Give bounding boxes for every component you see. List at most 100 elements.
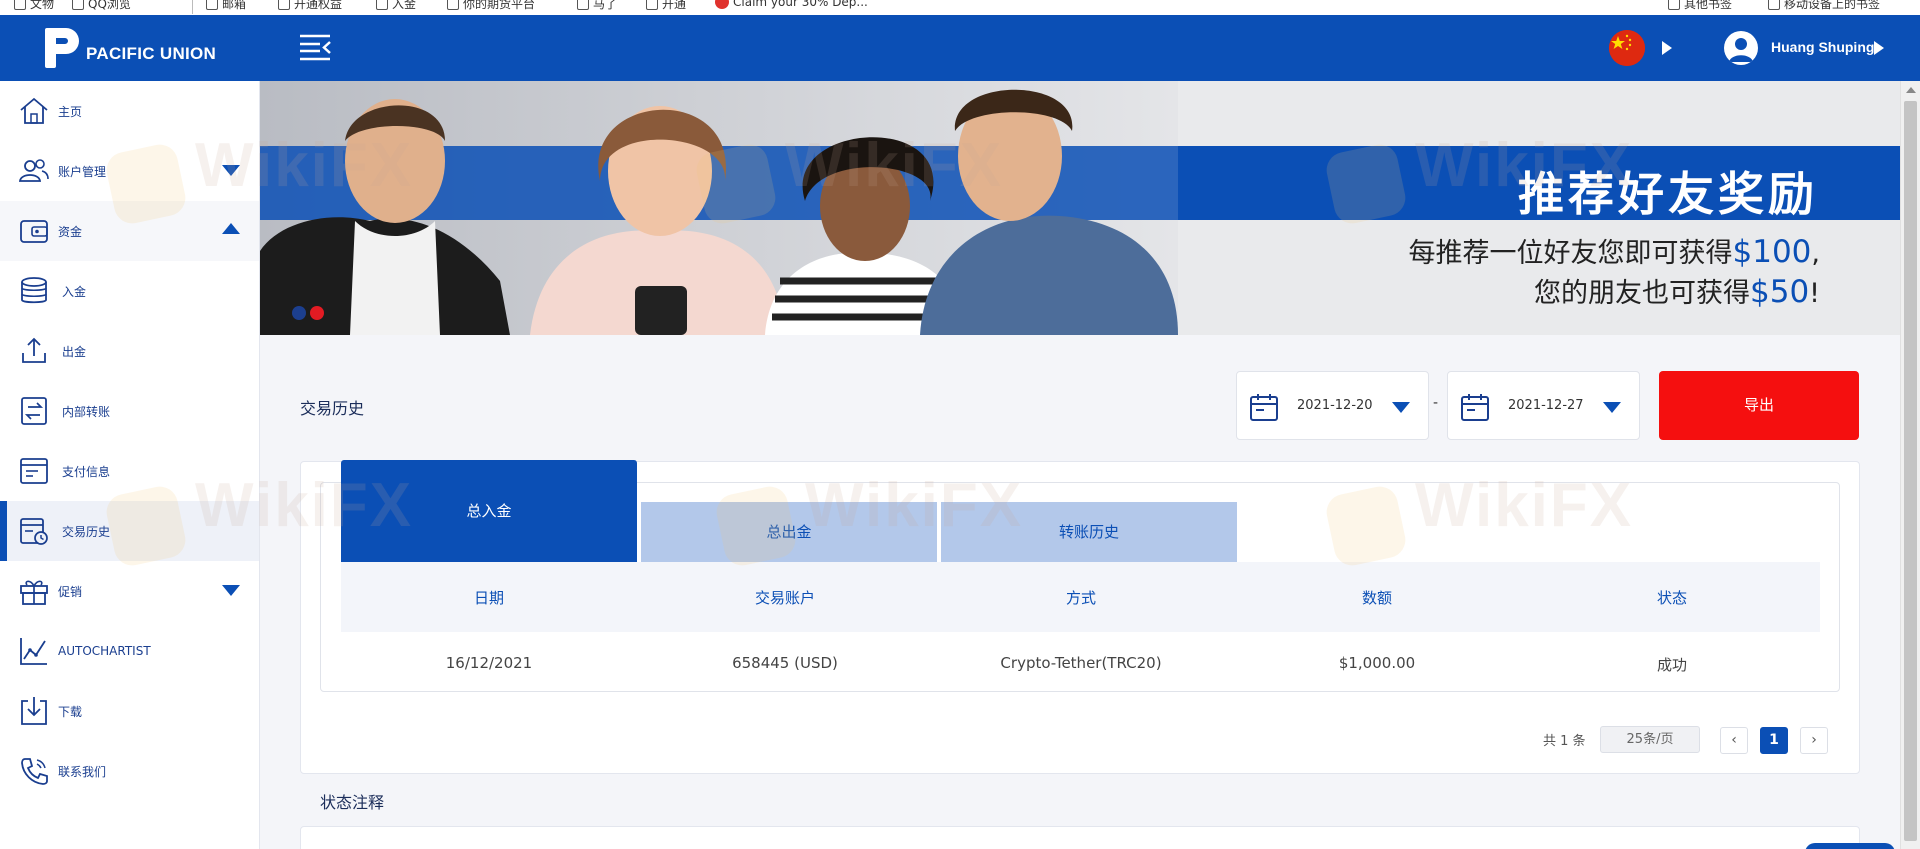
next-page-button[interactable]: › — [1800, 727, 1828, 754]
pagination-total: 共 1 条 — [1543, 734, 1586, 749]
bookmark[interactable]: 开通 — [646, 0, 686, 12]
sidebar-item-deposit[interactable]: 入金 — [0, 261, 259, 321]
sidebar-item-home[interactable]: 主页 — [0, 81, 259, 141]
folder-icon — [278, 0, 290, 10]
carousel-dot-active[interactable] — [310, 306, 324, 320]
sidebar-item-label: 支付信息 — [62, 464, 111, 479]
sidebar-item-trade-history[interactable]: 交易历史 — [0, 501, 259, 561]
banner-line-2: 您的朋友也可获得$50! — [1534, 274, 1820, 310]
sidebar-item-download[interactable]: 下载 — [0, 681, 259, 741]
status-notes-card — [300, 826, 1860, 849]
sidebar-item-label: AUTOCHARTIST — [58, 644, 151, 658]
folder-icon — [206, 0, 218, 10]
bookmark[interactable]: 其他书签 — [1668, 0, 1732, 12]
folder-icon — [646, 0, 658, 10]
tab-transfer-history[interactable]: 转账历史 — [941, 502, 1237, 562]
cell-amount: $1,000.00 — [1338, 654, 1416, 672]
column-header-amount: 数额 — [1361, 589, 1392, 607]
prev-page-button[interactable]: ‹ — [1720, 727, 1748, 754]
wallet-icon — [20, 220, 48, 243]
date-to-value: 2021-12-27 — [1508, 398, 1584, 413]
deposit-icon — [21, 277, 47, 304]
avatar[interactable] — [1724, 31, 1758, 65]
transfer-icon — [21, 397, 47, 425]
scroll-thumb[interactable] — [1904, 101, 1917, 841]
sidebar-item-label: 出金 — [62, 344, 87, 359]
folder-icon — [14, 0, 26, 10]
carousel-dot[interactable] — [292, 306, 306, 320]
column-header-status: 状态 — [1656, 589, 1687, 607]
sidebar-item-internal-transfer[interactable]: 内部转账 — [0, 381, 259, 441]
bookmark[interactable]: Claim your 30% Dep... — [715, 0, 868, 9]
date-from-picker[interactable]: 2021-12-20 — [1236, 371, 1429, 440]
date-from-value: 2021-12-20 — [1297, 398, 1373, 413]
sidebar-item-account-management[interactable]: 账户管理 — [0, 141, 259, 201]
chevron-down-icon[interactable] — [222, 585, 240, 596]
chevron-down-icon[interactable] — [222, 165, 240, 176]
sidebar: 主页 账户管理 资金 入金 出金 内部转账 支付信息 交易历史 促销 AUTOC… — [0, 81, 260, 849]
sidebar-item-label: 下载 — [58, 704, 83, 719]
bookmark[interactable]: 文物 — [14, 0, 54, 12]
cell-date: 16/12/2021 — [445, 654, 533, 672]
gift-icon — [20, 580, 48, 605]
calendar-icon — [1250, 394, 1278, 421]
bookmark[interactable]: 你的期货平台 — [447, 0, 535, 12]
user-icon — [1729, 38, 1753, 62]
sidebar-item-autochartist[interactable]: AUTOCHARTIST — [0, 621, 259, 681]
bookmark-divider — [192, 0, 193, 14]
sidebar-item-label: 内部转账 — [62, 404, 111, 419]
sidebar-item-funds[interactable]: 资金 — [0, 201, 259, 261]
user-menu-arrow-icon[interactable] — [1874, 41, 1884, 55]
bookmark[interactable]: 移动设备上的书签 — [1768, 0, 1880, 12]
bookmark[interactable]: 入金 — [376, 0, 416, 12]
withdraw-icon — [22, 337, 46, 363]
page-1-button[interactable]: 1 — [1760, 727, 1788, 754]
date-separator: - — [1433, 395, 1439, 411]
banner-people-image — [260, 81, 1178, 335]
page-scrollbar[interactable] — [1900, 81, 1920, 849]
bookmark[interactable]: QQ浏览 — [72, 0, 131, 12]
sidebar-item-label: 主页 — [58, 104, 83, 119]
scroll-up-arrow-icon[interactable] — [1906, 87, 1916, 93]
cell-method: Crypto-Tether(TRC20) — [1000, 654, 1162, 672]
bookmark[interactable]: 邮箱 — [206, 0, 246, 12]
page-title: 交易历史 — [300, 399, 365, 418]
china-flag-icon[interactable] — [1609, 30, 1645, 66]
folder-icon — [376, 0, 388, 10]
sidebar-item-promotions[interactable]: 促销 — [0, 561, 259, 621]
page-size-select[interactable]: 25条/页 — [1600, 726, 1700, 753]
export-button[interactable]: 导出 — [1659, 371, 1859, 440]
table-header: 日期 交易账户 方式 数额 状态 — [341, 562, 1820, 632]
bookmark[interactable]: 开通权益 — [278, 0, 342, 12]
cell-status: 成功 — [1656, 656, 1687, 674]
brand-logo[interactable]: PACIFIC UNION — [42, 25, 216, 71]
sidebar-item-label: 资金 — [58, 224, 83, 239]
referrer-amount: $100 — [1732, 234, 1812, 270]
menu-toggle-icon[interactable] — [298, 33, 332, 61]
bookmark[interactable]: 马了 — [577, 0, 617, 12]
friend-amount: $50 — [1750, 274, 1810, 310]
chevron-up-icon[interactable] — [222, 223, 240, 234]
column-header-method: 方式 — [1065, 589, 1096, 607]
column-header-account: 交易账户 — [754, 589, 815, 607]
language-arrow-icon[interactable] — [1662, 41, 1672, 55]
sidebar-item-withdraw[interactable]: 出金 — [0, 321, 259, 381]
user-name[interactable]: Huang Shuping — [1771, 39, 1874, 55]
floating-button[interactable] — [1805, 843, 1895, 849]
tab-total-deposit[interactable]: 总入金 — [341, 460, 637, 562]
sidebar-item-label: 入金 — [62, 284, 87, 299]
chevron-down-icon — [1392, 402, 1410, 413]
history-icon — [20, 518, 48, 545]
referral-banner[interactable]: 推荐好友奖励 每推荐一位好友您即可获得$100, 您的朋友也可获得$50! — [260, 81, 1900, 335]
sidebar-item-contact[interactable]: 联系我们 — [0, 741, 259, 801]
banner-photo — [260, 81, 1178, 335]
sidebar-item-payment-info[interactable]: 支付信息 — [0, 441, 259, 501]
top-bar: PACIFIC UNION Huang Shuping — [0, 15, 1920, 81]
chart-icon — [20, 638, 47, 665]
calendar-icon — [1461, 394, 1489, 421]
tab-total-withdrawal[interactable]: 总出金 — [641, 502, 937, 562]
banner-title: 推荐好友奖励 — [1518, 167, 1818, 221]
logo-icon — [45, 28, 79, 68]
chevron-down-icon — [1603, 402, 1621, 413]
date-to-picker[interactable]: 2021-12-27 — [1447, 371, 1640, 440]
